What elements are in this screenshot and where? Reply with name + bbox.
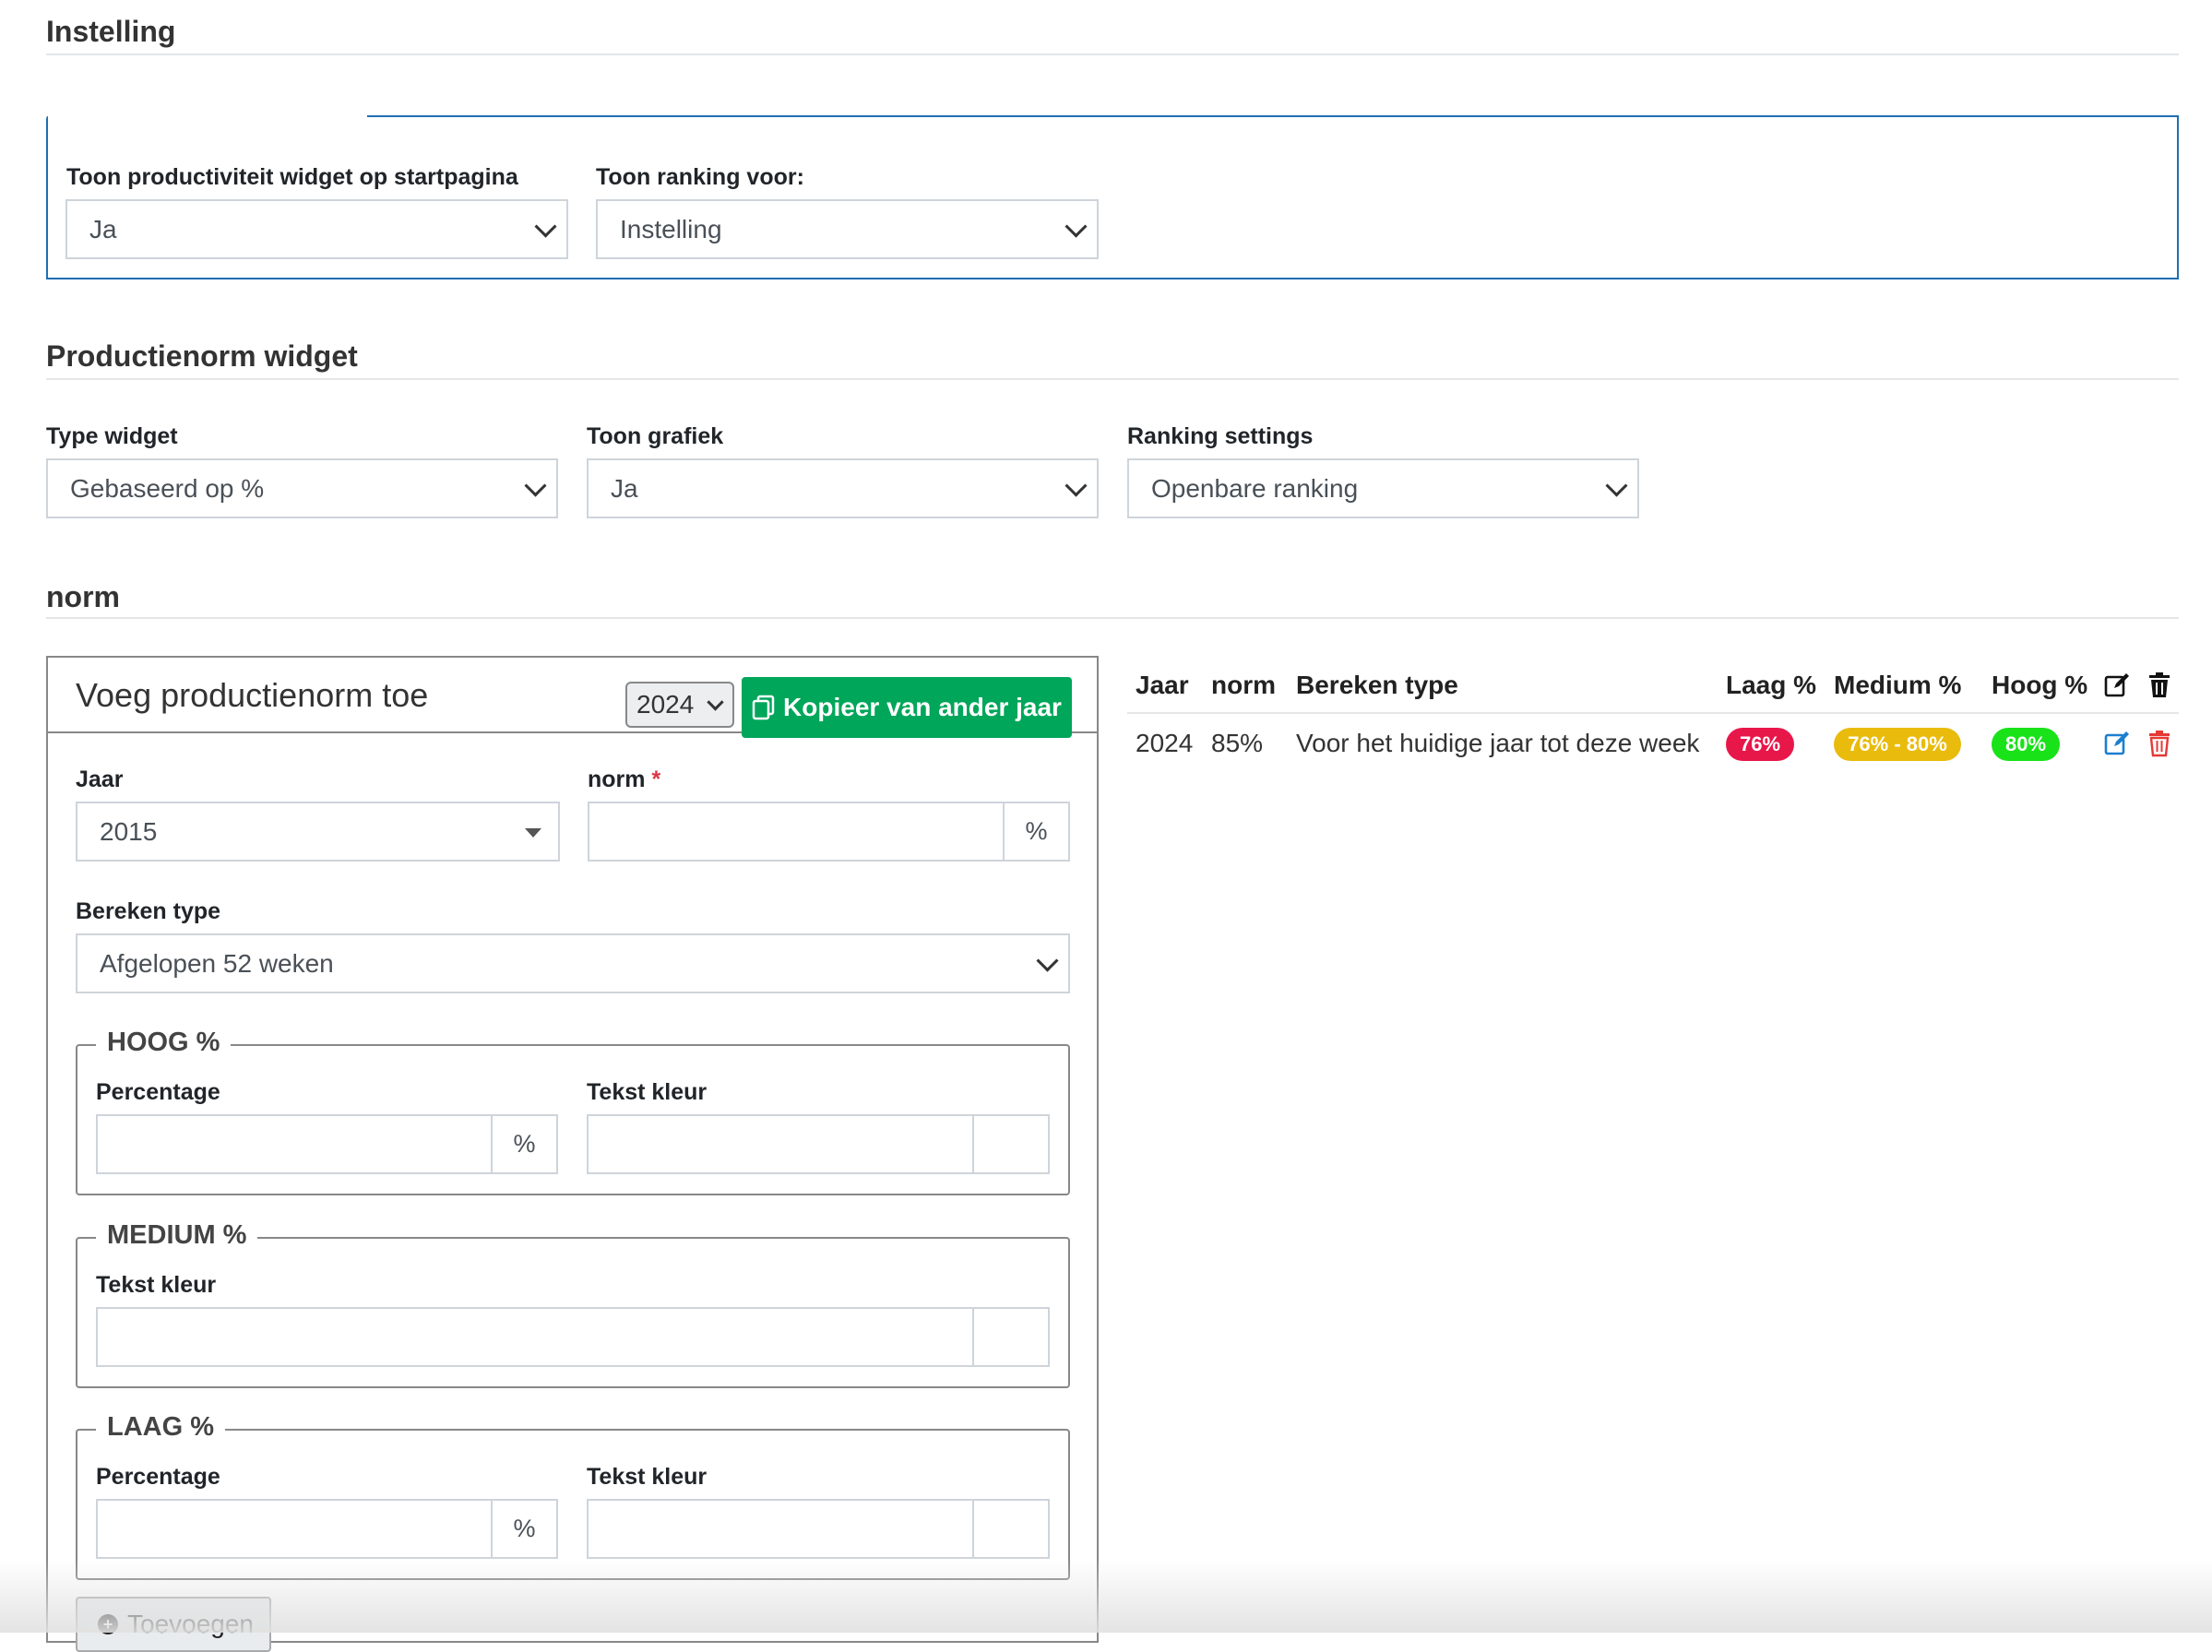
show-chart-value: Ja bbox=[611, 473, 638, 503]
ranking-for-label: Toon ranking voor: bbox=[596, 164, 804, 190]
laag-percentage-input[interactable] bbox=[96, 1499, 493, 1559]
laag-tekst-kleur-input[interactable] bbox=[587, 1499, 974, 1559]
section-title-norm: norm bbox=[46, 580, 120, 613]
add-button[interactable]: + Toevoegen bbox=[76, 1597, 271, 1652]
chevron-down-icon bbox=[1064, 215, 1088, 238]
show-chart-label: Toon grafiek bbox=[587, 423, 724, 449]
trash-icon[interactable] bbox=[2147, 730, 2171, 757]
chevron-down-icon bbox=[524, 474, 547, 497]
ranking-settings-value: Openbare ranking bbox=[1151, 473, 1359, 503]
edit-icon bbox=[2104, 673, 2129, 697]
percent-addon: % bbox=[491, 1499, 558, 1559]
col-header-medium: Medium % bbox=[1834, 671, 1962, 699]
medium-tekst-kleur-label: Tekst kleur bbox=[96, 1272, 217, 1298]
chevron-down-icon bbox=[707, 694, 724, 711]
edit-icon[interactable] bbox=[2103, 730, 2131, 757]
laag-color-swatch[interactable] bbox=[972, 1499, 1050, 1559]
trash-icon bbox=[2149, 672, 2170, 697]
type-widget-select[interactable]: Gebaseerd op % bbox=[46, 458, 558, 518]
bereken-type-select[interactable]: Afgelopen 52 weken bbox=[76, 933, 1070, 993]
jaar-label: Jaar bbox=[76, 767, 124, 792]
badge-laag: 76% bbox=[1726, 728, 1794, 761]
copy-icon bbox=[752, 695, 775, 720]
badge-medium: 76% - 80% bbox=[1834, 728, 1961, 761]
add-button-label: Toevoegen bbox=[127, 1610, 255, 1638]
laag-fieldset: LAAG % Percentage % Tekst kleur bbox=[76, 1412, 1070, 1580]
percent-addon: % bbox=[491, 1114, 558, 1174]
col-header-jaar: Jaar bbox=[1136, 671, 1189, 699]
norm-label-text: norm bbox=[588, 767, 646, 792]
chevron-down-icon bbox=[534, 215, 557, 238]
norm-input[interactable] bbox=[588, 802, 1005, 862]
cell-norm: 85% bbox=[1211, 729, 1264, 757]
bereken-type-label: Bereken type bbox=[76, 898, 221, 924]
hoog-color-swatch[interactable] bbox=[972, 1114, 1050, 1174]
col-header-bereken-type: Bereken type bbox=[1296, 671, 1458, 699]
show-chart-select[interactable]: Ja bbox=[587, 458, 1099, 518]
norm-label: norm * bbox=[588, 767, 660, 793]
medium-legend: MEDIUM % bbox=[96, 1220, 258, 1251]
divider bbox=[46, 617, 2179, 619]
required-mark: * bbox=[651, 767, 661, 792]
hoog-percentage-input[interactable] bbox=[96, 1114, 493, 1174]
laag-percentage-label: Percentage bbox=[96, 1464, 220, 1490]
card-title: Voeg productienorm toe bbox=[76, 676, 429, 714]
cell-bereken-type: Voor het huidige jaar tot deze week bbox=[1296, 729, 1700, 757]
hoog-tekst-kleur-label: Tekst kleur bbox=[587, 1079, 708, 1105]
hoog-fieldset: HOOG % Percentage % Tekst kleur bbox=[76, 1028, 1070, 1195]
year-select[interactable]: 2024 bbox=[625, 682, 734, 728]
chevron-down-icon bbox=[1036, 949, 1059, 972]
copy-button-label: Kopieer van ander jaar bbox=[783, 693, 1062, 721]
hoog-legend: HOOG % bbox=[96, 1028, 232, 1058]
medium-tekst-kleur-input[interactable] bbox=[96, 1307, 974, 1367]
ranking-for-value: Instelling bbox=[620, 214, 722, 244]
divider bbox=[46, 53, 2179, 55]
hoog-percentage-label: Percentage bbox=[96, 1079, 220, 1105]
section-title-productienorm-widget: Productienorm widget bbox=[46, 339, 358, 373]
chevron-down-icon bbox=[1605, 474, 1628, 497]
chevron-down-icon bbox=[1064, 474, 1088, 497]
add-norm-card: Voeg productienorm toe 2024 Kopieer van … bbox=[46, 656, 1099, 1652]
show-widget-select[interactable]: Ja bbox=[65, 199, 568, 259]
ranking-settings-select[interactable]: Openbare ranking bbox=[1127, 458, 1639, 518]
laag-legend: LAAG % bbox=[96, 1412, 225, 1443]
laag-tekst-kleur-label: Tekst kleur bbox=[587, 1464, 708, 1490]
col-header-norm: norm bbox=[1211, 671, 1276, 699]
type-widget-label: Type widget bbox=[46, 423, 178, 449]
caret-down-icon bbox=[525, 827, 541, 838]
col-header-hoog: Hoog % bbox=[1992, 671, 2088, 699]
badge-hoog: 80% bbox=[1992, 728, 2060, 761]
hoog-tekst-kleur-input[interactable] bbox=[587, 1114, 974, 1174]
copy-from-year-button[interactable]: Kopieer van ander jaar bbox=[742, 677, 1072, 738]
divider bbox=[46, 378, 2179, 380]
table-header-divider bbox=[1127, 712, 2179, 714]
card-header: Voeg productienorm toe 2024 Kopieer van … bbox=[48, 658, 1097, 738]
jaar-select[interactable]: 2015 bbox=[76, 802, 560, 862]
col-header-laag: Laag % bbox=[1726, 671, 1817, 699]
section-title-instelling: Instelling bbox=[46, 15, 176, 48]
percent-addon: % bbox=[1003, 802, 1070, 862]
ranking-for-select[interactable]: Instelling bbox=[596, 199, 1099, 259]
show-widget-label: Toon productiviteit widget op startpagin… bbox=[66, 164, 518, 190]
medium-fieldset: MEDIUM % Tekst kleur bbox=[76, 1220, 1070, 1388]
plus-circle-icon: + bbox=[98, 1614, 118, 1634]
jaar-value: 2015 bbox=[100, 816, 158, 846]
type-widget-value: Gebaseerd op % bbox=[70, 473, 265, 503]
cell-jaar: 2024 bbox=[1136, 729, 1194, 757]
medium-color-swatch[interactable] bbox=[972, 1307, 1050, 1367]
year-select-value: 2024 bbox=[636, 690, 695, 719]
bereken-type-value: Afgelopen 52 weken bbox=[100, 948, 334, 978]
show-widget-value: Ja bbox=[89, 214, 117, 244]
ranking-settings-label: Ranking settings bbox=[1127, 423, 1314, 449]
